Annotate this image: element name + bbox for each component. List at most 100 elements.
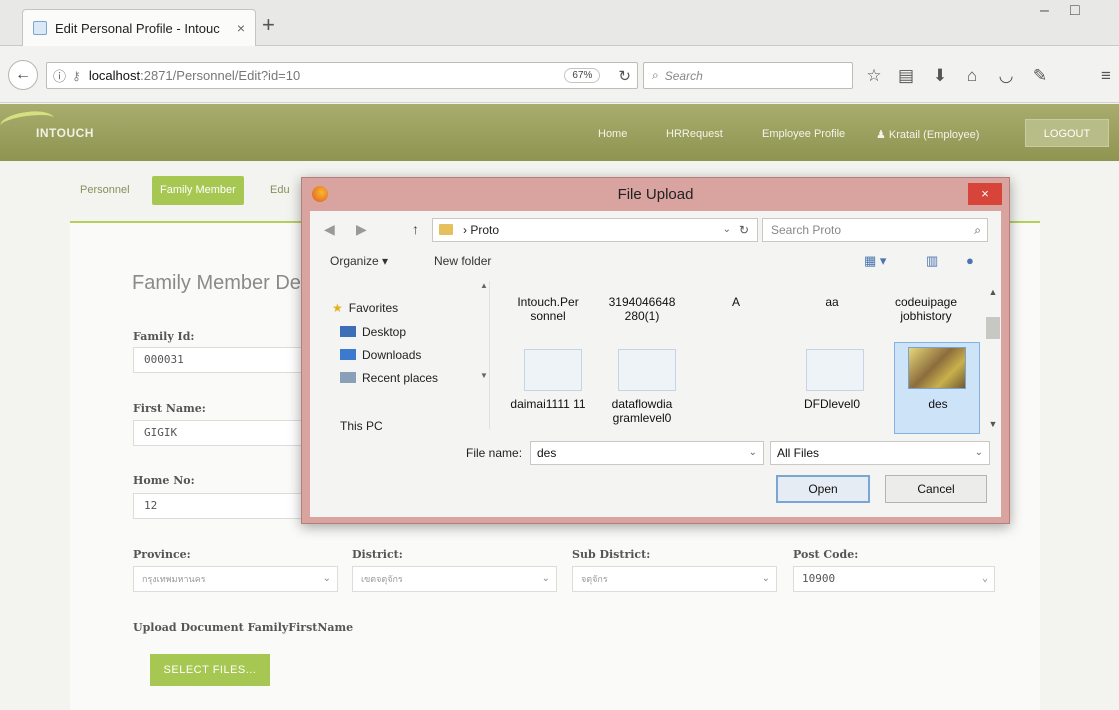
file-name-label: File name: (466, 446, 523, 460)
address-bar[interactable]: ⓘ ⚷ localhost :2871/Personnel/Edit?id=10… (46, 62, 638, 89)
post-code-select[interactable]: 10900 ⌄ (793, 566, 995, 592)
download-icon[interactable]: ⬇ (930, 66, 950, 86)
tab-close-icon[interactable]: × (237, 20, 245, 36)
star-icon: ★ (332, 301, 343, 315)
file-name: daimai1111 11 (510, 397, 586, 411)
back-icon[interactable]: ← (8, 60, 38, 90)
open-button[interactable]: Open (776, 475, 870, 503)
file-item-selected[interactable]: des (896, 397, 980, 411)
minimize-icon[interactable]: – (1040, 2, 1049, 20)
file-name-input[interactable]: des ⌄ (530, 441, 764, 465)
scrollbar-thumb[interactable] (986, 317, 1000, 339)
file-item[interactable]: 3194046648 280(1) (600, 295, 684, 323)
file-name: aa (825, 295, 839, 309)
change-view-icon[interactable]: ▦ ▾ (864, 253, 886, 269)
nav-item-this-pc[interactable]: This PC (340, 419, 383, 433)
extension-icon[interactable]: ✎ (1030, 66, 1050, 86)
organize-menu[interactable]: Organize ▾ (330, 254, 388, 268)
new-folder-button[interactable]: New folder (434, 254, 491, 268)
zoom-indicator[interactable]: 67% (564, 68, 601, 83)
upload-label: Upload Document FamilyFirstName (133, 621, 354, 634)
file-item[interactable]: dataflowdia gramlevel0 (600, 397, 684, 425)
file-item[interactable]: codeuipage jobhistory (884, 295, 968, 323)
folder-icon (439, 224, 453, 235)
tab-education[interactable]: Edu (270, 176, 290, 205)
downloads-icon (340, 349, 356, 360)
tab-title: Edit Personal Profile - Intouc (55, 20, 220, 36)
district-select[interactable]: เขตจตุจักร ⌄ (352, 566, 557, 592)
file-name-value: des (537, 446, 557, 460)
navigation-pane: ★ Favorites Desktop Downloads Recent plac… (320, 281, 490, 433)
star-icon[interactable]: ☆ (864, 66, 884, 86)
tab-family-member[interactable]: Family Member (152, 176, 244, 205)
chevron-down-icon: ⌄ (981, 573, 988, 584)
new-tab-icon[interactable]: + (262, 12, 275, 38)
file-list-scrollbar[interactable]: ▲ ▼ (986, 287, 1000, 433)
preview-pane-icon[interactable]: ▥ (926, 253, 938, 269)
nav-user[interactable]: ♟ Kratail (Employee) (876, 128, 979, 141)
reading-list-icon[interactable]: ▤ (896, 66, 916, 86)
sub-district-label: Sub District: (572, 548, 651, 561)
post-code-value: 10900 (802, 572, 836, 585)
nav-employee-profile[interactable]: Employee Profile (762, 128, 845, 140)
back-icon[interactable]: ◀ (324, 221, 335, 238)
select-files-button[interactable]: SELECT FILES... (150, 654, 270, 686)
nav-home[interactable]: Home (598, 128, 627, 140)
search-icon: ⌕ (652, 68, 659, 82)
site-header: INTOUCH Home HRRequest Employee Profile … (0, 104, 1119, 161)
up-folder-icon[interactable]: ↑ (412, 221, 419, 237)
refresh-icon[interactable]: ↻ (739, 219, 749, 241)
nav-item-label: Recent places (362, 371, 439, 385)
chevron-down-icon[interactable]: ⌄ (749, 442, 757, 464)
home-icon[interactable]: ⌂ (962, 66, 982, 86)
file-name: codeuipage jobhistory (894, 295, 958, 323)
file-item[interactable]: DFDlevel0 (790, 397, 874, 411)
home-no-field[interactable]: 12 (133, 493, 313, 519)
dialog-close-button[interactable]: × (968, 183, 1002, 205)
maximize-icon[interactable]: □ (1070, 2, 1080, 20)
province-select[interactable]: กรุงเทพมหานคร ⌄ (133, 566, 338, 592)
file-item[interactable]: A (694, 295, 778, 309)
image-thumbnail-icon (908, 347, 966, 389)
menu-icon[interactable]: ≡ (1096, 66, 1116, 86)
file-name: 3194046648 280(1) (608, 295, 676, 323)
pocket-icon[interactable]: ◡ (996, 66, 1016, 86)
first-name-field[interactable]: GIGIK (133, 420, 313, 446)
dialog-titlebar[interactable]: File Upload × (302, 178, 1009, 211)
cancel-button[interactable]: Cancel (885, 475, 987, 503)
scroll-up-icon[interactable]: ▲ (986, 287, 1000, 297)
help-icon[interactable]: ● (966, 253, 974, 268)
browser-search-input[interactable]: ⌕ Search (643, 62, 853, 89)
file-item[interactable]: daimai1111 11 (506, 397, 590, 411)
browser-tab[interactable]: Edit Personal Profile - Intouc × (22, 9, 256, 46)
file-item[interactable]: aa (790, 295, 874, 309)
nav-hr-request[interactable]: HRRequest (666, 128, 723, 140)
brand-logo[interactable]: INTOUCH (36, 126, 94, 140)
file-name: dataflowdia gramlevel0 (611, 397, 673, 425)
desktop-icon (340, 326, 356, 337)
file-type-select[interactable]: All Files ⌄ (770, 441, 990, 465)
chevron-down-icon: ⌄ (322, 573, 331, 584)
logout-button[interactable]: LOGOUT (1025, 119, 1109, 147)
chevron-down-icon[interactable]: ⌄ (723, 219, 731, 241)
image-thumbnail-icon (618, 349, 676, 391)
file-item[interactable]: Intouch.Per sonnel (506, 295, 590, 323)
favorites-item[interactable]: ★ Favorites (332, 301, 398, 315)
family-id-label: Family Id: (133, 330, 195, 343)
navigation-scrollbar[interactable]: ▲ ▼ (478, 281, 490, 429)
file-name: DFDlevel0 (803, 397, 860, 411)
nav-item-recent-places[interactable]: Recent places (340, 371, 438, 385)
forward-icon[interactable]: ▶ (356, 221, 367, 238)
nav-item-desktop[interactable]: Desktop (340, 325, 406, 339)
sub-district-select[interactable]: จตุจักร ⌄ (572, 566, 777, 592)
reload-icon[interactable]: ↻ (618, 67, 631, 85)
family-id-field[interactable]: 000031 (133, 347, 313, 373)
tab-personnel[interactable]: Personnel (72, 176, 138, 205)
post-code-label: Post Code: (793, 548, 859, 561)
breadcrumb-folder[interactable]: Proto (470, 223, 499, 237)
dialog-address-bar[interactable]: › Proto ⌄ ↻ (432, 218, 758, 242)
nav-item-downloads[interactable]: Downloads (340, 348, 421, 362)
info-icon[interactable]: ⓘ (53, 66, 66, 85)
dialog-search-input[interactable]: Search Proto ⌕ (762, 218, 988, 242)
scroll-down-icon[interactable]: ▼ (986, 419, 1000, 429)
